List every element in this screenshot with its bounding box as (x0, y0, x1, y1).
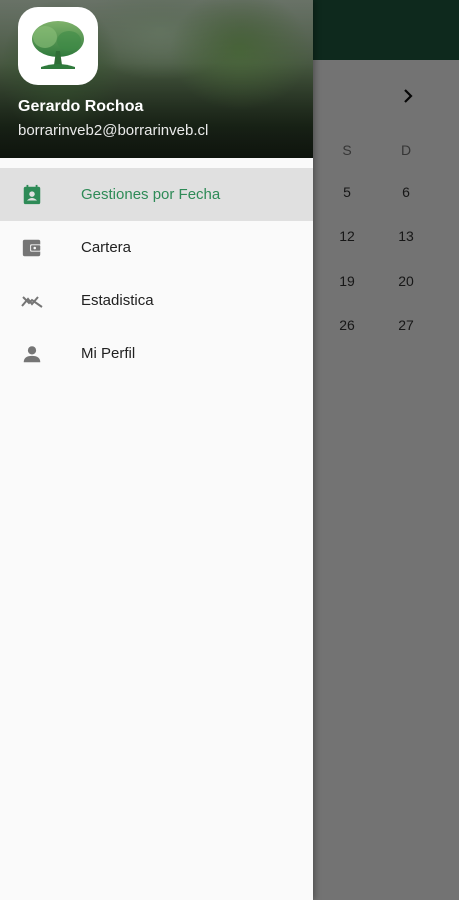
menu-item-label: Mi Perfil (81, 345, 136, 362)
user-name: Gerardo Rochoa (18, 98, 144, 115)
menu-item-estadistica[interactable]: Estadistica (0, 274, 313, 327)
drawer-menu: Gestiones por Fecha Cartera Estadistica … (0, 168, 313, 380)
navigation-drawer: Gerardo Rochoa borrarinveb2@borrarinveb.… (0, 0, 313, 900)
avatar[interactable] (18, 7, 98, 85)
drawer-header: Gerardo Rochoa borrarinveb2@borrarinveb.… (0, 0, 313, 158)
user-email: borrarinveb2@borrarinveb.cl (18, 122, 209, 139)
trending-icon (20, 289, 44, 313)
tree-logo-icon (32, 21, 84, 69)
menu-item-mi-perfil[interactable]: Mi Perfil (0, 327, 313, 380)
menu-item-cartera[interactable]: Cartera (0, 221, 313, 274)
menu-item-gestiones-por-fecha[interactable]: Gestiones por Fecha (0, 168, 313, 221)
person-icon (20, 342, 44, 366)
menu-item-label: Cartera (81, 239, 132, 256)
menu-item-label: Gestiones por Fecha (81, 186, 221, 203)
menu-item-label: Estadistica (81, 292, 154, 309)
calendar-contact-icon (20, 183, 44, 207)
wallet-icon (20, 236, 44, 260)
